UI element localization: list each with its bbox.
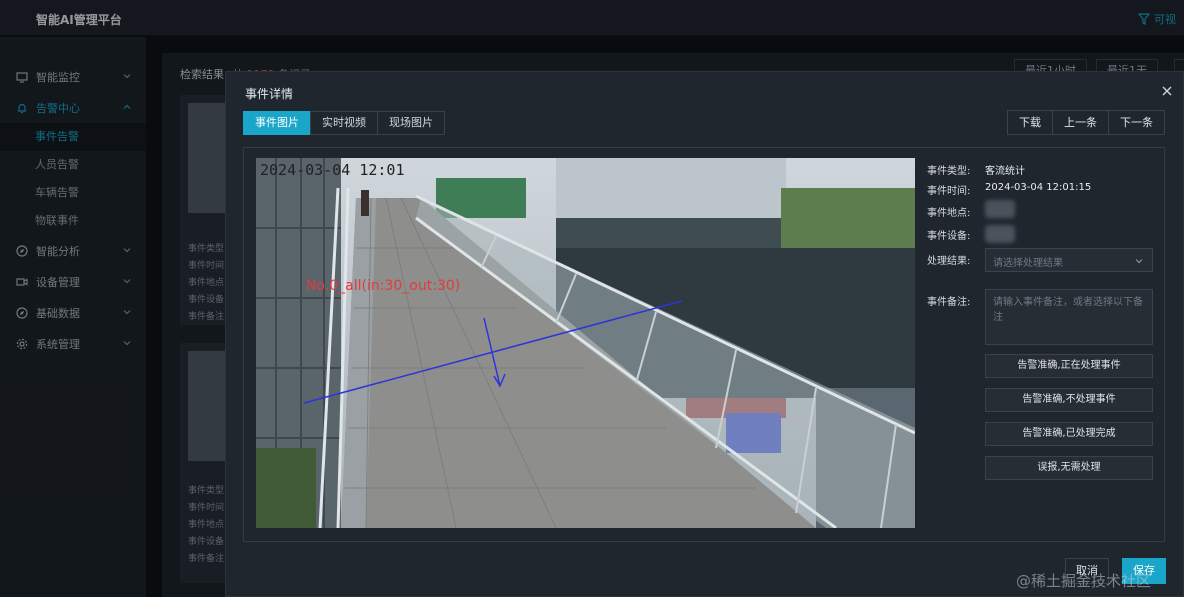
detail-type-label: 事件类型: <box>927 166 971 177</box>
redacted-place <box>985 200 1015 218</box>
quick-note-false-alarm-button[interactable]: 误报,无需处理 <box>985 456 1153 480</box>
detail-type-value: 客流统计 <box>985 166 1025 177</box>
modal-title: 事件详情 <box>245 87 294 101</box>
download-button[interactable]: 下载 <box>1007 110 1053 135</box>
detail-result-label: 处理结果: <box>927 256 971 267</box>
detail-note-label: 事件备注: <box>927 297 971 308</box>
chevron-down-icon <box>1135 259 1143 264</box>
event-content: 2024-03-04 12:01 No.0_all(in:30_out:30) … <box>243 147 1165 542</box>
event-photo[interactable]: 2024-03-04 12:01 No.0_all(in:30_out:30) <box>256 158 915 528</box>
detail-place-label: 事件地点: <box>927 208 971 219</box>
quick-note-processing-button[interactable]: 告警准确,正在处理事件 <box>985 354 1153 378</box>
detail-time-value: 2024-03-04 12:01:15 <box>985 182 1092 193</box>
event-detail-modal: 事件详情 事件图片 实时视频 现场图片 下载 上一条 下一条 2024-03-0… <box>225 71 1184 597</box>
result-select-placeholder: 请选择处理结果 <box>993 258 1063 269</box>
photo-overlay-text: No.0_all(in:30_out:30) <box>306 278 460 294</box>
tab-live-video[interactable]: 实时视频 <box>310 111 378 135</box>
tab-bar: 事件图片 实时视频 现场图片 <box>243 111 445 135</box>
detail-device-label: 事件设备: <box>927 231 971 242</box>
close-icon[interactable] <box>1161 85 1173 97</box>
nav-button-group: 下载 上一条 下一条 <box>1007 110 1165 135</box>
watermark: @稀土掘金技术社区 <box>1016 572 1152 590</box>
tab-scene-image[interactable]: 现场图片 <box>377 111 445 135</box>
redacted-device <box>985 225 1015 243</box>
detail-time-label: 事件时间: <box>927 186 971 197</box>
next-button[interactable]: 下一条 <box>1108 110 1165 135</box>
tab-event-image[interactable]: 事件图片 <box>243 111 311 135</box>
note-textarea[interactable]: 请输入事件备注，或者选择以下备注 <box>985 289 1153 345</box>
previous-button[interactable]: 上一条 <box>1052 110 1109 135</box>
quick-note-done-button[interactable]: 告警准确,已处理完成 <box>985 422 1153 446</box>
photo-timestamp: 2024-03-04 12:01 <box>260 161 405 179</box>
event-photo-scene: 2024-03-04 12:01 No.0_all(in:30_out:30) <box>256 158 915 528</box>
result-select[interactable]: 请选择处理结果 <box>985 248 1153 272</box>
quick-note-ignore-button[interactable]: 告警准确,不处理事件 <box>985 388 1153 412</box>
